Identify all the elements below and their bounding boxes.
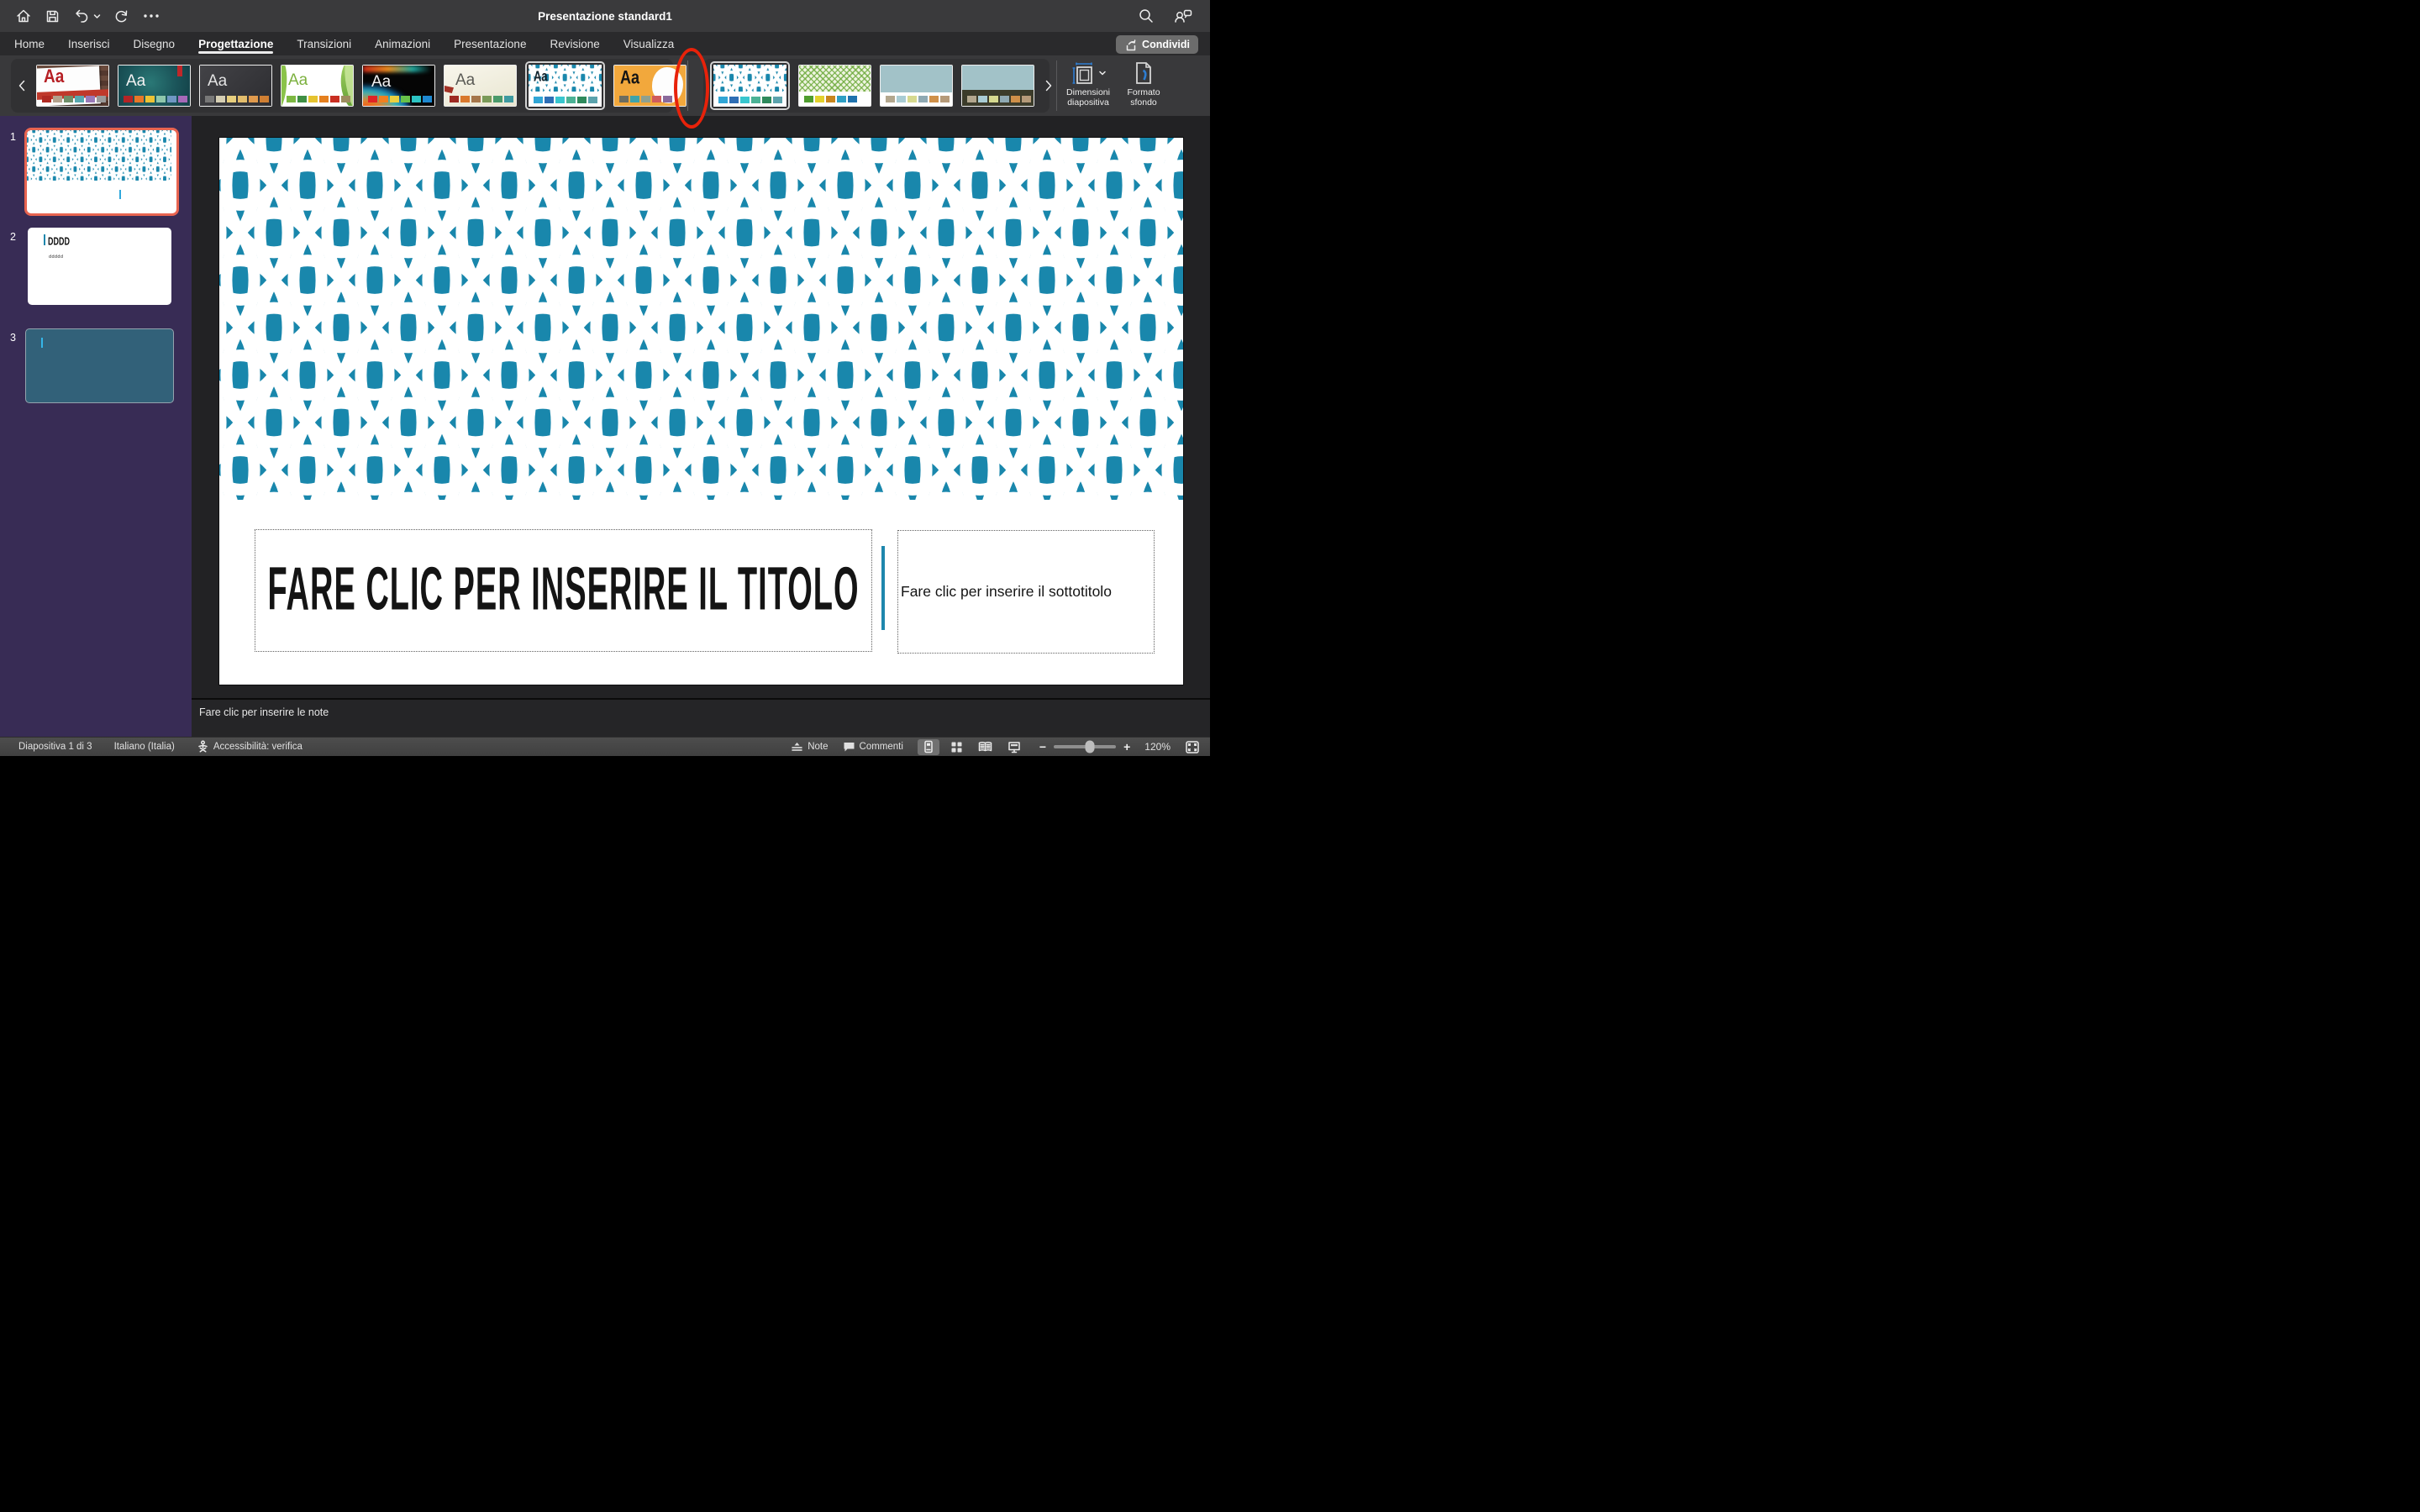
zoom-slider-thumb[interactable] [1086,741,1095,753]
variant-swatches [804,96,857,102]
annotation-ellipse [674,48,709,129]
title-subtitle-divider [881,546,885,630]
zoom-level[interactable]: 120% [1144,741,1171,753]
theme-thumb-green-facet[interactable]: Aa [281,65,354,107]
slide-sorter-view-button[interactable] [946,739,968,755]
chevron-down-icon [1099,70,1106,76]
theme-thumb-teal-gradient[interactable]: Aa [118,65,191,107]
tab-disegno[interactable]: Disegno [134,32,176,55]
variant-swatches [967,96,1031,102]
tab-visualizza[interactable]: Visualizza [623,32,675,55]
tab-presentazione[interactable]: Presentazione [454,32,526,55]
text-cursor [41,338,43,348]
variant-swatches [718,97,782,103]
account-presence-icon[interactable] [1173,8,1193,24]
tab-animazioni[interactable]: Animazioni [375,32,430,55]
gallery-scroll-right-icon[interactable] [1043,80,1055,92]
theme-swatches [368,96,432,102]
share-button[interactable]: Condividi [1116,35,1198,54]
slide-thumbnail-1-selected[interactable] [24,128,179,216]
zoom-controls: − + [1039,740,1130,753]
slide-number: 1 [10,131,16,143]
slide-counter: Diapositiva 1 di 3 [18,742,92,752]
share-icon [1124,39,1137,51]
theme-swatches [287,96,350,102]
variant-thumb-circles-green[interactable] [798,65,871,107]
ribbon-tab-bar: Home Inserisci Disegno Progettazione Tra… [0,32,1210,55]
theme-swatches [534,97,597,103]
slide-thumbnail-panel: 1 2 DDDD ddddd 3 [0,116,192,737]
tab-revisione[interactable]: Revisione [550,32,599,55]
slide-canvas[interactable]: FARE CLIC PER INSERIRE IL TITOLO Fare cl… [219,138,1183,685]
slideshow-view-button[interactable] [1003,739,1025,755]
title-placeholder[interactable]: FARE CLIC PER INSERIRE IL TITOLO [255,529,872,652]
slide-size-button[interactable]: Dimensionidiapositiva [1062,60,1114,111]
subtitle-placeholder[interactable]: Fare clic per inserire il sottotitolo [897,530,1155,654]
variant-thumb-circles-teal-selected[interactable] [710,61,790,110]
theme-swatches [205,96,269,102]
notes-toggle-button[interactable]: Note [791,741,828,753]
format-background-icon [1133,60,1155,86]
notes-pane[interactable]: Fare clic per inserire le note [192,698,1210,737]
search-icon[interactable] [1138,8,1155,24]
gallery-scroll-left-icon[interactable] [16,80,28,92]
theme-thumb-red-gallery[interactable]: Aa [36,65,109,107]
slide-size-icon [1071,60,1106,86]
document-title: Presentazione standard1 [0,0,1210,32]
slide-number: 2 [10,231,16,243]
notes-icon [791,741,803,753]
slide-pattern-background [219,138,1183,500]
title-bar: Presentazione standard1 [0,0,1210,32]
notes-placeholder: Fare clic per inserire le note [199,706,329,718]
tab-transizioni[interactable]: Transizioni [297,32,351,55]
slide-editor-area: FARE CLIC PER INSERIRE IL TITOLO Fare cl… [192,116,1210,698]
accessibility-icon [197,740,209,753]
variant-thumb-steel-dark[interactable] [961,65,1034,107]
theme-thumb-cream[interactable]: Aa [444,65,517,107]
theme-thumb-black-multicolor[interactable]: Aa [362,65,435,107]
theme-swatches [619,96,672,102]
slide-thumbnail-3[interactable] [25,328,174,403]
theme-thumb-charcoal[interactable]: Aa [199,65,272,107]
theme-thumb-circles-teal-selected[interactable]: Aa [525,61,605,110]
text-cursor [119,190,121,199]
ribbon-group-separator [1056,60,1057,111]
tab-progettazione[interactable]: Progettazione [198,32,273,55]
zoom-out-button[interactable]: − [1039,740,1046,753]
theme-swatches [450,96,513,102]
comments-toggle-button[interactable]: Commenti [843,741,903,753]
variant-gallery [703,59,1050,113]
normal-view-button[interactable] [918,739,939,755]
status-bar: Diapositiva 1 di 3 Italiano (Italia) Acc… [0,737,1210,756]
tab-home[interactable]: Home [14,32,45,55]
theme-swatches [42,96,106,102]
accessibility-status[interactable]: Accessibilità: verifica [197,740,302,753]
format-background-button[interactable]: Formatosfondo [1118,60,1170,111]
zoom-in-button[interactable]: + [1123,740,1130,753]
slide-number: 3 [10,332,16,344]
language-indicator[interactable]: Italiano (Italia) [114,742,175,752]
powerpoint-window: Presentazione standard1 Home Inserisci D… [0,0,1210,756]
tab-inserisci[interactable]: Inserisci [68,32,110,55]
zoom-slider[interactable] [1054,745,1116,748]
variant-thumb-steel-light[interactable] [880,65,953,107]
reading-view-button[interactable] [975,739,997,755]
theme-swatches [124,96,187,102]
design-ribbon: Aa Aa Aa Aa Aa [0,55,1210,116]
variant-swatches [886,96,950,102]
accent-bar [44,234,45,245]
fit-slide-to-window-button[interactable] [1185,740,1200,754]
theme-gallery: Aa Aa Aa Aa Aa [11,59,673,113]
comments-icon [843,741,855,753]
slide-thumbnail-2[interactable]: DDDD ddddd [28,228,171,305]
